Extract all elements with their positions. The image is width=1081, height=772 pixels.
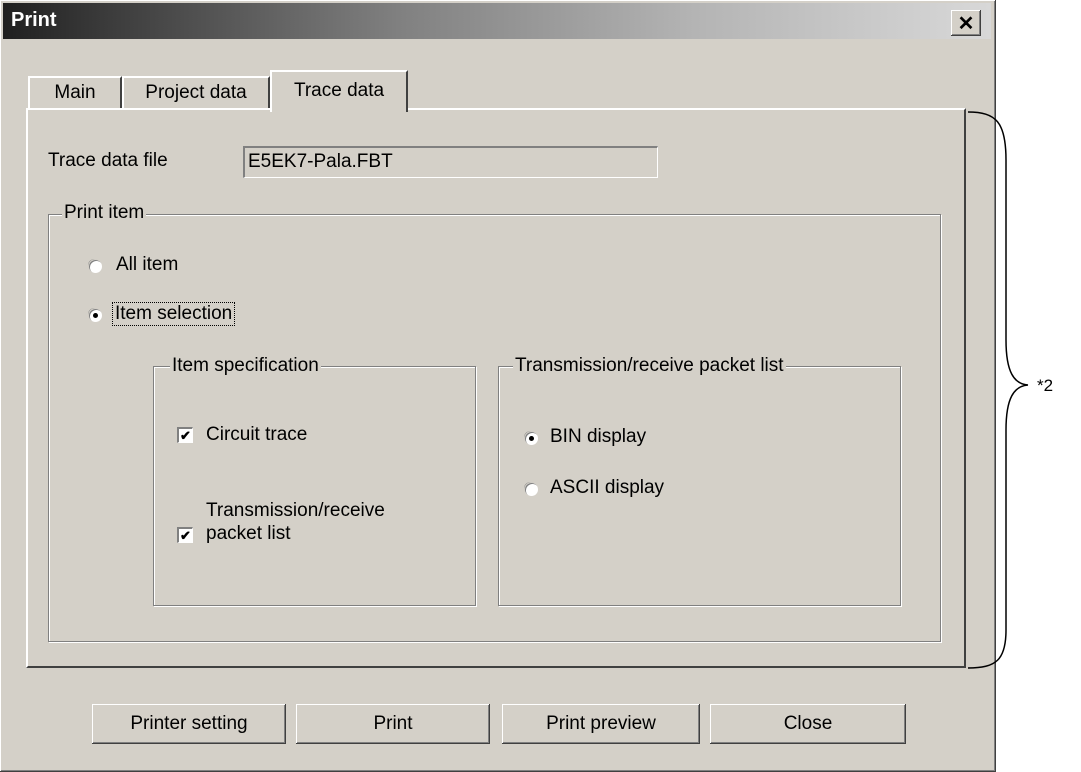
packet-list-legend: Transmission/receive packet list	[513, 355, 786, 377]
print-item-legend: Print item	[62, 202, 147, 224]
item-selection-radio[interactable]	[89, 309, 102, 322]
bin-display-radio[interactable]	[525, 432, 538, 445]
item-specification-legend: Item specification	[170, 355, 321, 377]
trace-data-file-field[interactable]: E5EK7-Pala.FBT	[243, 146, 658, 178]
close-window-button[interactable]: ✕	[951, 10, 981, 36]
printer-setting-button[interactable]: Printer setting	[92, 704, 286, 744]
packet-list-checkbox[interactable]: ✔	[177, 527, 193, 543]
close-label: Close	[783, 713, 833, 734]
ascii-display-radio[interactable]	[525, 483, 538, 496]
all-item-radio[interactable]	[89, 260, 102, 273]
radio-selected-dot	[529, 436, 534, 441]
item-selection-label[interactable]: Item selection	[112, 302, 236, 326]
circuit-trace-checkbox[interactable]: ✔	[177, 427, 193, 443]
item-specification-group	[153, 366, 476, 606]
bin-display-label[interactable]: BIN display	[550, 426, 646, 448]
print-preview-button[interactable]: Print preview	[502, 704, 700, 744]
circuit-trace-label[interactable]: Circuit trace	[206, 424, 307, 446]
tab-trace-data-label: Trace data	[293, 80, 385, 101]
window-title: Print	[11, 9, 57, 31]
tab-trace-data[interactable]: Trace data	[270, 70, 408, 112]
trace-data-file-label: Trace data file	[48, 150, 168, 171]
brace-annotation	[967, 111, 1029, 669]
close-icon: ✕	[957, 12, 975, 35]
title-bar[interactable]: Print	[3, 3, 991, 39]
tab-project-data[interactable]: Project data	[122, 76, 270, 108]
all-item-label[interactable]: All item	[116, 254, 178, 276]
print-preview-label: Print preview	[546, 713, 656, 734]
print-button[interactable]: Print	[296, 704, 490, 744]
radio-selected-dot	[93, 313, 98, 318]
annotation-label: *2	[1037, 376, 1054, 395]
tab-main[interactable]: Main	[28, 76, 122, 108]
tab-project-data-label: Project data	[145, 82, 247, 103]
close-button[interactable]: Close	[710, 704, 906, 744]
print-label: Print	[373, 713, 413, 734]
tab-main-label: Main	[54, 82, 96, 103]
ascii-display-label[interactable]: ASCII display	[550, 477, 664, 499]
packet-list-label-line2[interactable]: packet list	[206, 523, 290, 545]
packet-list-label-line1[interactable]: Transmission/receive	[206, 500, 385, 522]
printer-setting-label: Printer setting	[130, 713, 248, 734]
